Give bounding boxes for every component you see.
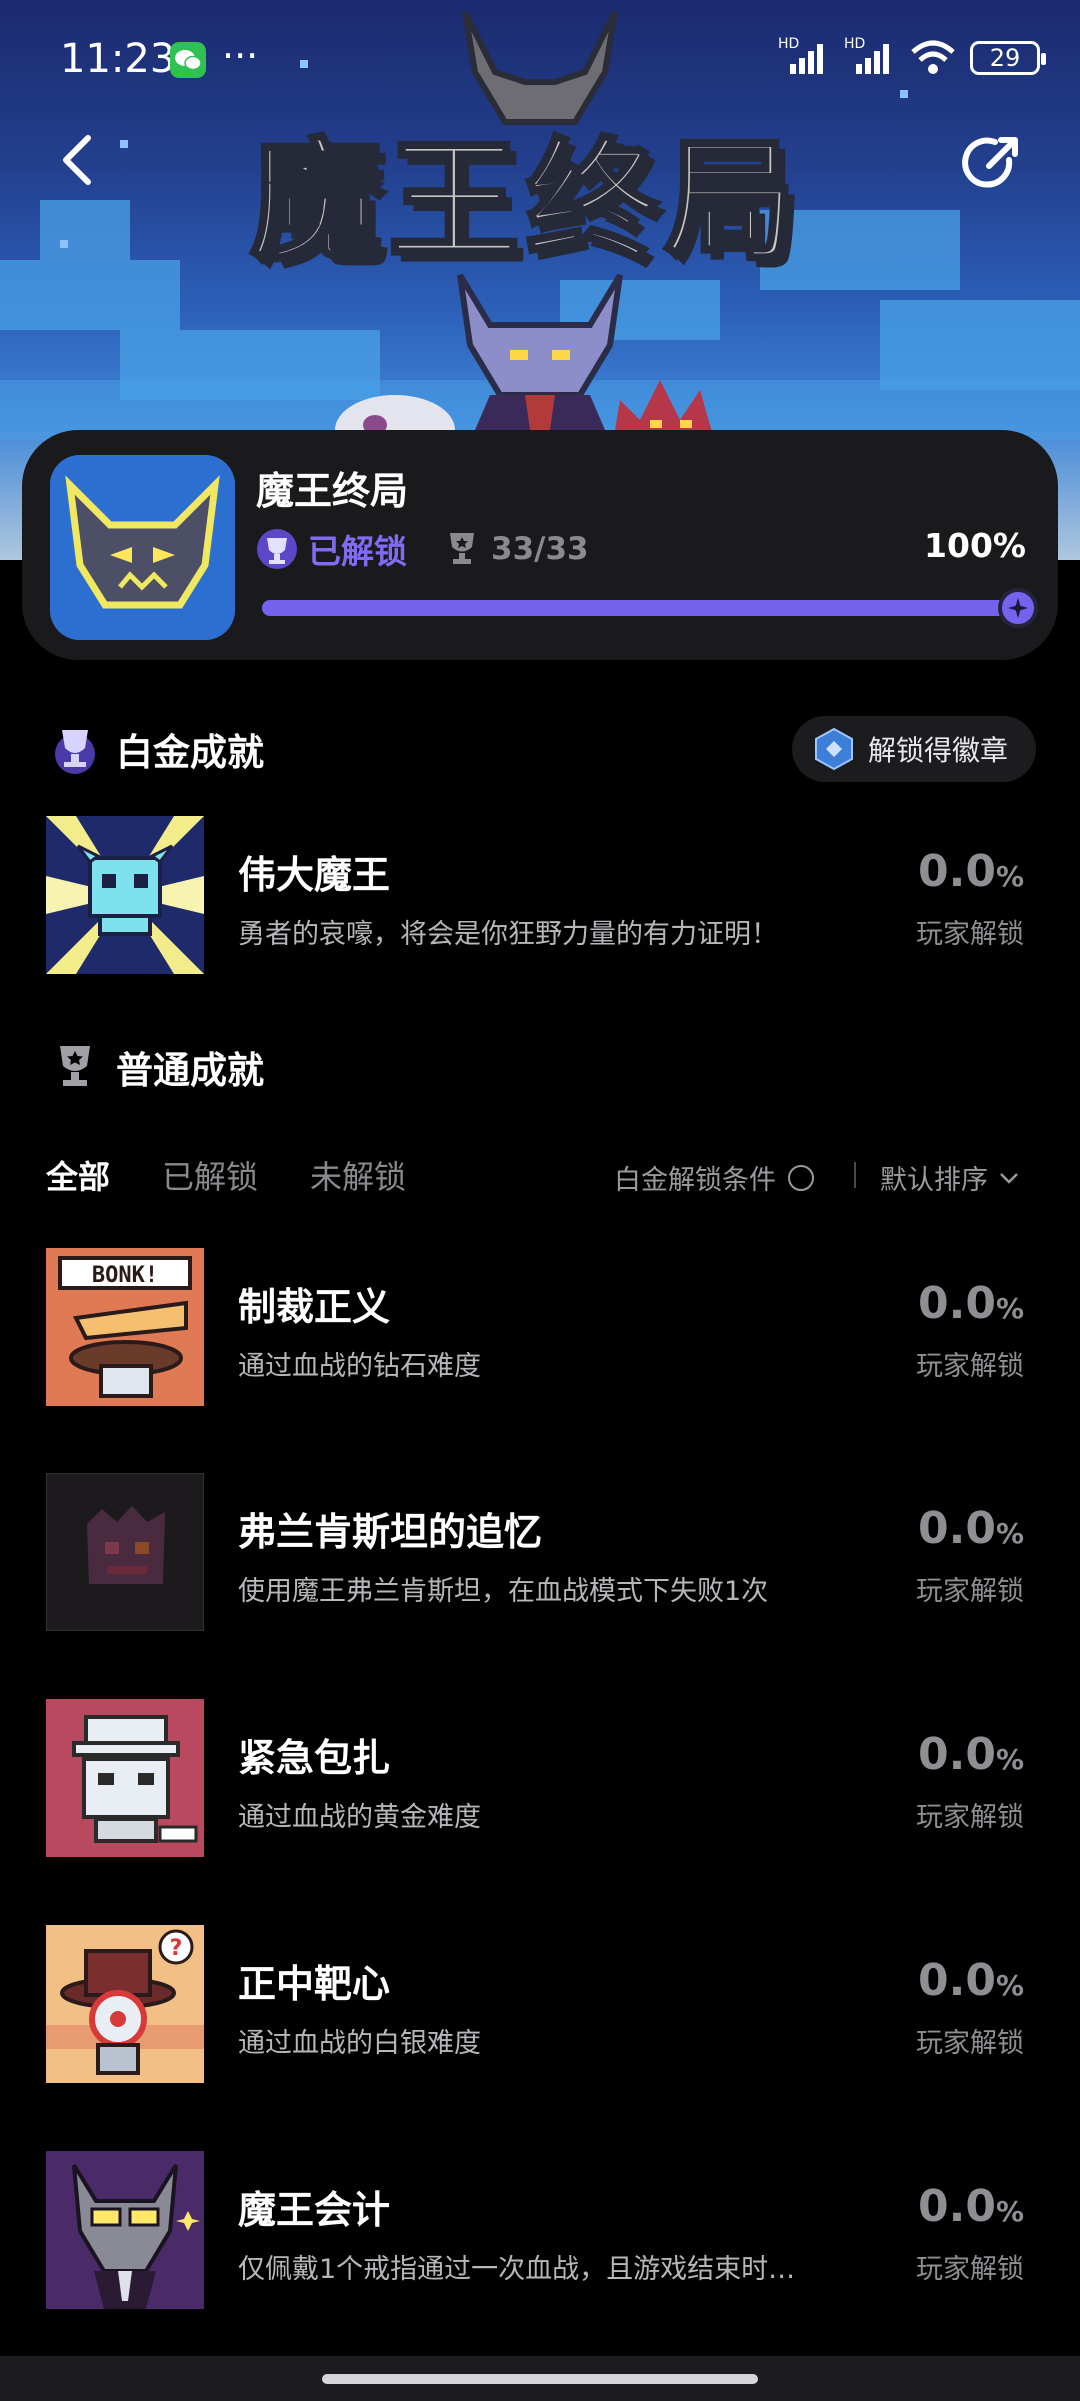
progress-star-icon — [998, 588, 1038, 628]
achievement-thumb-skull — [46, 816, 204, 974]
rate-value: 0.0 — [917, 846, 996, 897]
progress-fill — [262, 600, 1034, 616]
achievement-description: 通过血战的黄金难度 — [238, 1802, 481, 1833]
achievement-thumb-accountant — [46, 2151, 204, 2309]
platinum-condition-toggle[interactable]: 白金解锁条件 — [614, 1158, 814, 1197]
battery-icon: 29 — [970, 41, 1046, 75]
achievement-unlock-rate: 0.0% — [918, 1729, 1024, 1780]
achievement-thumb-frankenstein — [46, 1473, 204, 1631]
wechat-notification-icon — [170, 42, 206, 78]
signal-2-label: HD — [844, 36, 866, 52]
achievement-unlock-rate: 0.0% — [918, 1503, 1024, 1554]
achievement-unlock-label: 玩家解锁 — [916, 2254, 1024, 2285]
achievement-thumb-bandage — [46, 1699, 204, 1857]
achievement-description: 勇者的哀嚎，将会是你狂野力量的有力证明！ — [238, 919, 778, 950]
status-time: 11:23 — [60, 36, 176, 82]
achievement-unlock-label: 玩家解锁 — [916, 1576, 1024, 1607]
rate-unit: % — [995, 860, 1024, 893]
achievement-row[interactable]: ? 正中靶心 通过血战的白银难度 0.0% 玩家解锁 — [46, 1925, 1036, 2085]
trophy-cup-icon — [60, 1046, 90, 1086]
achievement-unlock-rate: 0.0% — [918, 1278, 1024, 1329]
achievement-description: 使用魔王弗兰肯斯坦，在血战模式下失败1次 — [238, 1576, 769, 1607]
achievement-name: 弗兰肯斯坦的追忆 — [238, 1510, 543, 1554]
bonk-text: BONK! — [92, 1263, 158, 1288]
platinum-trophy-icon — [55, 730, 95, 774]
rate-value: 0.0 — [917, 1503, 996, 1554]
achievement-name: 伟大魔王 — [238, 853, 391, 897]
rate-unit: % — [995, 1517, 1024, 1550]
achievement-name: 魔王会计 — [238, 2188, 391, 2232]
tab-locked[interactable]: 未解锁 — [310, 1152, 406, 1198]
rate-value: 0.0 — [917, 1729, 996, 1780]
back-icon[interactable] — [50, 130, 110, 190]
sort-label: 默认排序 — [880, 1165, 988, 1196]
tab-all[interactable]: 全部 — [46, 1152, 110, 1198]
rate-unit: % — [995, 1743, 1024, 1776]
unlock-status: 已解锁 — [308, 532, 407, 571]
tab-unlocked[interactable]: 已解锁 — [162, 1152, 258, 1198]
filter-bar: 全部 已解锁 未解锁 白金解锁条件 默认排序 — [46, 1152, 1036, 1202]
achievement-description: 通过血战的白银难度 — [238, 2028, 481, 2059]
platinum-section-header: 白金成就 — [48, 722, 264, 776]
rate-value: 0.0 — [917, 1955, 996, 2006]
achievement-unlock-rate: 0.0% — [918, 846, 1024, 897]
achievement-description: 通过血战的钻石难度 — [238, 1351, 481, 1382]
signal-1-label: HD — [778, 36, 800, 52]
sort-dropdown[interactable]: 默认排序 — [880, 1158, 1020, 1197]
rate-unit: % — [995, 1969, 1024, 2002]
completion-percent: 100% — [924, 526, 1026, 565]
signal-1-icon: HD — [778, 36, 830, 76]
platinum-trophy-icon — [257, 529, 297, 569]
chevron-down-icon — [1000, 1172, 1018, 1184]
wifi-icon — [911, 40, 955, 74]
platinum-achievement-row[interactable]: 伟大魔王 勇者的哀嚎，将会是你狂野力量的有力证明！ 0.0% 玩家解锁 — [46, 816, 1036, 976]
signal-2-icon: HD — [844, 36, 896, 76]
achievement-description: 仅佩戴1个戒指通过一次血战，且游戏结束时… — [238, 2254, 796, 2285]
rate-unit: % — [995, 2195, 1024, 2228]
achievement-row[interactable]: 魔王会计 仅佩戴1个戒指通过一次血战，且游戏结束时… 0.0% 玩家解锁 — [46, 2151, 1036, 2311]
achievement-unlock-rate: 0.0% — [918, 1955, 1024, 2006]
achievement-unlock-label: 玩家解锁 — [916, 2028, 1024, 2059]
achievement-row[interactable]: 紧急包扎 通过血战的黄金难度 0.0% 玩家解锁 — [46, 1699, 1036, 1859]
more-notifications: ··· — [222, 34, 259, 78]
achievement-name: 制裁正义 — [238, 1285, 391, 1329]
achievement-name: 正中靶心 — [238, 1962, 391, 2006]
status-bar: 11:23 ··· HD HD 29 — [0, 0, 1080, 120]
achievement-unlock-label: 玩家解锁 — [916, 1802, 1024, 1833]
achievement-unlock-label: 玩家解锁 — [916, 1351, 1024, 1382]
achievement-row[interactable]: BONK! 制裁正义 通过血战的钻石难度 0.0% 玩家解锁 — [46, 1248, 1036, 1408]
achievement-name: 紧急包扎 — [238, 1736, 391, 1780]
achievement-unlock-rate: 0.0% — [918, 2181, 1024, 2232]
normal-section-title: 普通成就 — [116, 1049, 264, 1092]
normal-section-header: 普通成就 — [48, 1040, 264, 1094]
achievement-count: 33/33 — [491, 531, 589, 567]
achievement-unlock-label: 玩家解锁 — [916, 919, 1024, 950]
game-title: 魔王终局 — [256, 469, 409, 513]
rate-value: 0.0 — [917, 1278, 996, 1329]
rate-unit: % — [995, 1292, 1024, 1325]
share-icon[interactable] — [957, 130, 1025, 198]
achievement-thumb-bonk: BONK! — [46, 1248, 204, 1406]
svg-text:?: ? — [170, 1936, 183, 1961]
game-summary-card: 魔王终局 已解锁 33/33 100% — [22, 430, 1058, 660]
achievement-row[interactable]: 弗兰肯斯坦的追忆 使用魔王弗兰肯斯坦，在血战模式下失败1次 0.0% 玩家解锁 — [46, 1473, 1036, 1633]
platinum-condition-label: 白金解锁条件 — [614, 1165, 776, 1196]
platinum-section-title: 白金成就 — [116, 731, 264, 774]
achievement-thumb-bullseye: ? — [46, 1925, 204, 2083]
filter-divider — [854, 1162, 856, 1188]
home-indicator[interactable] — [322, 2374, 758, 2384]
unlock-badge-button[interactable]: 解锁得徽章 — [791, 716, 1036, 782]
badge-shield-icon — [814, 727, 853, 771]
rate-value: 0.0 — [917, 2181, 996, 2232]
game-icon[interactable] — [50, 455, 235, 640]
radio-icon — [788, 1164, 814, 1191]
unlock-badge-label: 解锁得徽章 — [867, 734, 1008, 767]
trophy-cup-icon — [450, 533, 474, 564]
completion-progress-bar — [262, 588, 1038, 628]
